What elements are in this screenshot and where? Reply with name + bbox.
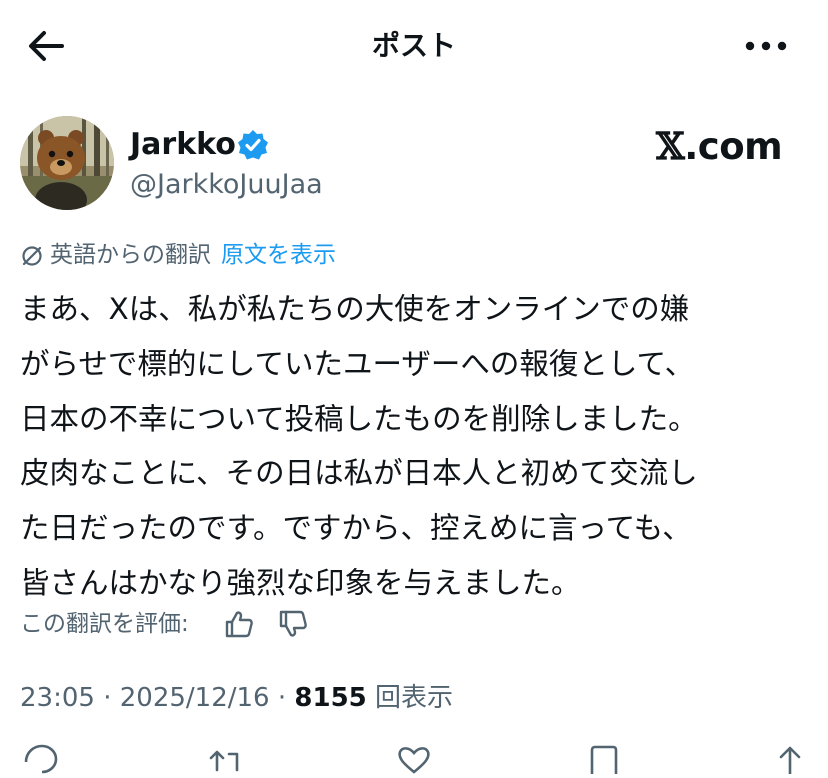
thumbs-down-icon <box>279 610 307 637</box>
post-text-line: 皆さんはかなり強烈な印象を与えました。 <box>20 565 581 600</box>
thumbs-up-icon <box>225 611 253 638</box>
more-horizontal-icon <box>745 41 787 51</box>
translation-notice: 英語からの翻訳 原文を表示 <box>20 238 336 272</box>
like-button[interactable] <box>394 744 434 774</box>
views-count: 8155 <box>294 683 367 713</box>
heart-icon <box>398 747 430 774</box>
meta-separator: · <box>103 683 112 713</box>
repost-icon <box>209 750 239 772</box>
show-original-link[interactable]: 原文を表示 <box>221 242 336 268</box>
translate-icon <box>22 245 42 266</box>
share-icon <box>779 746 801 776</box>
post-text-line: 皮肉なことに、その日は私が日本人と初めて交流し <box>20 456 698 491</box>
verified-badge-icon <box>236 128 270 162</box>
x-logo-icon: 𝕏 <box>656 124 685 168</box>
watermark-domain: .com <box>684 125 783 168</box>
repost-button[interactable] <box>205 744 245 774</box>
reply-button[interactable] <box>22 744 62 774</box>
more-options-button[interactable] <box>738 22 798 70</box>
rate-translation-label: この翻訳を評価: <box>20 611 189 637</box>
post-text-line: まあ、Xは、私が私たちの大使をオンラインでの嫌 <box>20 292 690 326</box>
post-date[interactable]: 2025/12/16 <box>120 683 270 713</box>
x-com-watermark: 𝕏.com <box>656 124 783 169</box>
author-display-name[interactable]: Jarkko <box>130 126 236 164</box>
thumbs-up-button[interactable] <box>222 607 256 641</box>
reply-icon <box>24 744 58 774</box>
bear-avatar-image <box>20 116 114 210</box>
author-handle[interactable]: @JarkkoJuuJaa <box>130 168 323 202</box>
post-meta: 23:05 · 2025/12/16 · 8155 回表示 <box>20 678 453 718</box>
translation-source-label: 英語からの翻訳 <box>50 242 211 268</box>
bookmark-button[interactable] <box>584 744 624 774</box>
post-text-line: た日だったのです。ですから、控えめに言っても、 <box>20 511 692 546</box>
post-text-line: 日本の不幸について投稿したものを削除しました。 <box>20 401 698 436</box>
share-button[interactable] <box>770 744 810 776</box>
avatar[interactable] <box>20 116 114 210</box>
views-label: 回表示 <box>375 683 454 713</box>
post-text-line: がらせで標的にしていたユーザーへの報復として、 <box>20 346 695 381</box>
page-title: ポスト <box>371 29 456 62</box>
post-time[interactable]: 23:05 <box>20 683 95 713</box>
meta-separator: · <box>277 683 287 713</box>
bookmark-icon <box>590 745 618 774</box>
thumbs-down-button[interactable] <box>276 607 310 641</box>
post-text: まあ、Xは、私が私たちの大使をオンラインでの嫌 がらせで標的にしていたユーザーへ… <box>20 282 820 611</box>
